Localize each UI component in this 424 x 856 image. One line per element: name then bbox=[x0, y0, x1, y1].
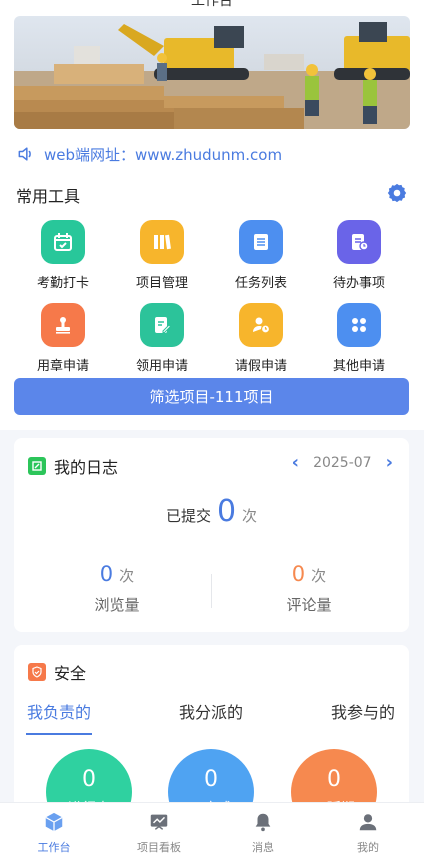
top-area: 工作台 web端网址：www.zhudunm.com 常用工具 考勤打卡 项目管… bbox=[0, 0, 424, 430]
tool-label: 其他申请 bbox=[332, 359, 385, 374]
submitted-unit: 次 bbox=[242, 507, 258, 525]
journal-title-text: 我的日志 bbox=[54, 458, 119, 477]
filter-project-button[interactable]: 筛选项目-111项目 bbox=[14, 378, 409, 415]
submitted-count: 0 bbox=[216, 494, 237, 529]
tool-label: 项目管理 bbox=[135, 276, 188, 291]
in-progress-count: 0 bbox=[82, 767, 96, 792]
tabbar-label: 消息 bbox=[252, 841, 274, 854]
tool-task-list[interactable]: 任务列表 bbox=[213, 220, 309, 291]
overdue-count: 0 bbox=[327, 767, 341, 792]
active-tab-indicator bbox=[26, 733, 92, 735]
tabbar-label: 工作台 bbox=[37, 841, 71, 854]
list-icon bbox=[239, 220, 283, 264]
tools-section-title: 常用工具 bbox=[16, 187, 81, 206]
tool-other-request[interactable]: 其他申请 bbox=[311, 303, 407, 374]
calendar-check-icon bbox=[41, 220, 85, 264]
cube-icon bbox=[45, 812, 63, 832]
views-stat[interactable]: 0 次 浏览量 bbox=[22, 562, 212, 615]
tool-label: 待办事项 bbox=[332, 276, 385, 291]
views-unit: 次 bbox=[119, 567, 135, 585]
construction-site-illustration bbox=[14, 16, 410, 129]
journal-title: 我的日志 bbox=[28, 454, 118, 478]
tool-requisition[interactable]: 领用申请 bbox=[114, 303, 210, 374]
tool-label: 考勤打卡 bbox=[36, 276, 89, 291]
web-url-text: web端网址：www.zhudunm.com bbox=[44, 145, 283, 164]
tool-label: 任务列表 bbox=[234, 276, 287, 291]
tool-leave-request[interactable]: 请假申请 bbox=[213, 303, 309, 374]
speaker-icon bbox=[18, 147, 31, 161]
tabbar-profile[interactable]: 我的 bbox=[328, 811, 408, 855]
safety-title: 安全 bbox=[28, 660, 86, 684]
comments-label: 评论量 bbox=[286, 596, 332, 614]
views-label: 浏览量 bbox=[94, 596, 140, 614]
chevron-left-icon[interactable]: ‹ bbox=[292, 452, 299, 473]
comments-stat[interactable]: 0 次 评论量 bbox=[214, 562, 404, 615]
submitted-prefix: 已提交 bbox=[165, 507, 211, 525]
tool-todo[interactable]: 待办事项 bbox=[311, 220, 407, 291]
tabbar-label: 我的 bbox=[357, 841, 379, 854]
safety-title-text: 安全 bbox=[54, 664, 87, 683]
journal-card: 我的日志 ‹ 2025-07 › 已提交 0 次 0 次 浏览量 0 次 评论量 bbox=[14, 438, 409, 632]
bottom-tab-bar: 工作台 项目看板 消息 我的 bbox=[0, 802, 424, 856]
grid-clover-icon bbox=[337, 303, 381, 347]
tab-my-responsible[interactable]: 我负责的 bbox=[27, 699, 91, 723]
page-title: 工作台 bbox=[191, 0, 233, 9]
tab-my-participated[interactable]: 我参与的 bbox=[331, 699, 395, 723]
chart-board-icon bbox=[150, 814, 168, 830]
user-icon bbox=[359, 814, 377, 831]
tool-attendance[interactable]: 考勤打卡 bbox=[15, 220, 111, 291]
tool-label: 请假申请 bbox=[234, 359, 287, 374]
edit-form-icon bbox=[140, 303, 184, 347]
journal-icon bbox=[28, 457, 46, 475]
web-url-notice[interactable]: web端网址：www.zhudunm.com bbox=[16, 142, 282, 166]
stat-divider bbox=[211, 574, 212, 608]
completed-count: 0 bbox=[204, 767, 218, 792]
tabbar-messages[interactable]: 消息 bbox=[223, 811, 303, 855]
banner-image[interactable] bbox=[14, 16, 410, 129]
comments-unit: 次 bbox=[311, 567, 327, 585]
gear-icon[interactable] bbox=[386, 182, 408, 204]
month-navigator: ‹ 2025-07 › bbox=[292, 452, 393, 473]
books-icon bbox=[140, 220, 184, 264]
submitted-summary: 已提交 0 次 bbox=[14, 494, 409, 529]
tabbar-workbench[interactable]: 工作台 bbox=[14, 811, 94, 855]
tool-label: 领用申请 bbox=[135, 359, 188, 374]
tab-my-assigned[interactable]: 我分派的 bbox=[179, 699, 243, 723]
safety-tabs: 我负责的 我分派的 我参与的 bbox=[14, 699, 409, 739]
bell-icon bbox=[255, 813, 271, 832]
tool-project-management[interactable]: 项目管理 bbox=[114, 220, 210, 291]
todo-clock-icon bbox=[337, 220, 381, 264]
tabbar-label: 项目看板 bbox=[137, 841, 181, 854]
shield-icon bbox=[28, 663, 46, 681]
views-count: 0 bbox=[99, 562, 114, 586]
month-label: 2025-07 bbox=[313, 454, 372, 471]
tabbar-project-board[interactable]: 项目看板 bbox=[119, 811, 199, 855]
chevron-right-icon[interactable]: › bbox=[386, 452, 393, 473]
person-clock-icon bbox=[239, 303, 283, 347]
tool-seal-request[interactable]: 用章申请 bbox=[15, 303, 111, 374]
tool-label: 用章申请 bbox=[36, 359, 89, 374]
comments-count: 0 bbox=[291, 562, 306, 586]
stamp-icon bbox=[41, 303, 85, 347]
